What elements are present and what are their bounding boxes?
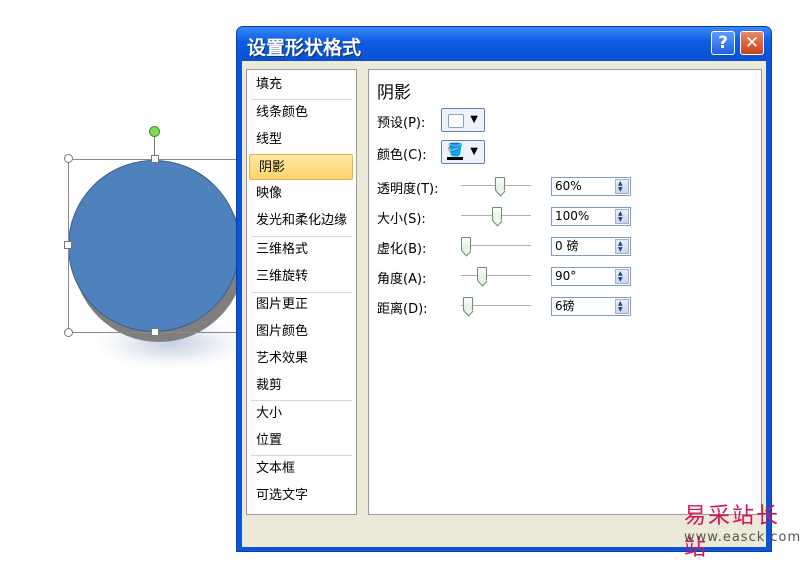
- nav-item-shadow[interactable]: 阴影: [249, 154, 353, 180]
- nav-item-size[interactable]: 大小: [247, 401, 356, 427]
- size-spin-input[interactable]: 100% ▲ ▼: [551, 207, 631, 226]
- transparency-slider-thumb[interactable]: [495, 177, 506, 191]
- distance-value: 6磅: [555, 299, 575, 313]
- angle-slider-track[interactable]: [461, 275, 531, 277]
- resize-handle-top[interactable]: [151, 155, 159, 163]
- blur-slider-thumb[interactable]: [461, 237, 471, 251]
- blur-value: 0 磅: [555, 239, 579, 253]
- size-label: 大小(S):: [377, 212, 426, 227]
- transparency-label: 透明度(T):: [377, 182, 439, 197]
- distance-slider-thumb[interactable]: [462, 297, 473, 311]
- distance-label: 距离(D):: [377, 302, 428, 317]
- spin-buttons[interactable]: ▲ ▼: [615, 269, 629, 284]
- spin-down-icon[interactable]: ▼: [618, 187, 623, 193]
- resize-handle-top-left[interactable]: [64, 154, 73, 163]
- angle-slider-thumb[interactable]: [476, 267, 487, 281]
- angle-value: 90°: [555, 269, 577, 283]
- nav-item-artistic-effects[interactable]: 艺术效果: [247, 346, 356, 372]
- dropdown-arrow-icon: ▼: [470, 146, 478, 157]
- color-label: 颜色(C):: [377, 148, 427, 163]
- color-dropdown[interactable]: 🪣 ▼: [441, 140, 485, 164]
- resize-handle-bottom-left[interactable]: [64, 328, 73, 337]
- spin-buttons[interactable]: ▲ ▼: [615, 209, 629, 224]
- nav-item-text-box[interactable]: 文本框: [247, 456, 356, 482]
- watermark-url: www.easck.com: [684, 530, 800, 545]
- spin-buttons[interactable]: ▲ ▼: [615, 299, 629, 314]
- panel-title: 阴影: [377, 83, 411, 103]
- preset-preview-icon: [448, 114, 464, 128]
- nav-item-3d-format[interactable]: 三维格式: [247, 237, 356, 263]
- nav-item-glow-soft-edges[interactable]: 发光和柔化边缘: [247, 208, 356, 234]
- angle-label: 角度(A):: [377, 272, 427, 287]
- angle-spin-input[interactable]: 90° ▲ ▼: [551, 267, 631, 286]
- nav-item-alt-text[interactable]: 可选文字: [247, 483, 356, 509]
- current-color-swatch: [447, 157, 463, 160]
- blur-label: 虚化(B):: [377, 242, 427, 257]
- dialog-title: 设置形状格式: [247, 37, 362, 59]
- category-list: 填充 线条颜色 线型 阴影 映像 发光和柔化边缘 三维格式 三维旋转 图片更正 …: [246, 69, 357, 515]
- help-icon[interactable]: ?: [711, 31, 735, 55]
- shadow-settings-panel: 阴影 预设(P): ▼ 颜色(C): 🪣 ▼ 透明度(T): 60% ▲ ▼ 大小(S)…: [368, 69, 762, 515]
- blur-slider-track[interactable]: [461, 245, 531, 247]
- resize-handle-bottom[interactable]: [151, 328, 159, 336]
- format-shape-dialog: 设置形状格式 ? ✕ 填充 线条颜色 线型 阴影 映像 发光和柔化边缘 三维格式…: [236, 26, 772, 552]
- nav-item-line-style[interactable]: 线型: [247, 127, 356, 153]
- transparency-value: 60%: [555, 179, 582, 193]
- nav-item-crop[interactable]: 裁剪: [247, 373, 356, 399]
- resize-handle-left[interactable]: [64, 241, 72, 249]
- nav-item-picture-corrections[interactable]: 图片更正: [247, 292, 356, 318]
- nav-item-fill[interactable]: 填充: [247, 72, 356, 98]
- dialog-client-area: 填充 线条颜色 线型 阴影 映像 发光和柔化边缘 三维格式 三维旋转 图片更正 …: [242, 61, 766, 547]
- rotation-handle[interactable]: [149, 126, 160, 137]
- dropdown-arrow-icon: ▼: [470, 114, 478, 125]
- nav-item-reflection[interactable]: 映像: [247, 181, 356, 207]
- nav-item-picture-color[interactable]: 图片颜色: [247, 319, 356, 345]
- nav-item-line-color[interactable]: 线条颜色: [247, 100, 356, 126]
- nav-item-position[interactable]: 位置: [247, 428, 356, 454]
- selection-frame: [68, 159, 242, 333]
- spin-buttons[interactable]: ▲ ▼: [615, 179, 629, 194]
- spin-down-icon[interactable]: ▼: [618, 247, 623, 253]
- preset-label: 预设(P):: [377, 116, 426, 131]
- size-value: 100%: [555, 209, 590, 223]
- dialog-title-bar[interactable]: 设置形状格式 ? ✕: [237, 27, 771, 61]
- spin-buttons[interactable]: ▲ ▼: [615, 239, 629, 254]
- nav-item-3d-rotation[interactable]: 三维旋转: [247, 264, 356, 290]
- paint-bucket-icon: 🪣: [447, 143, 464, 158]
- spin-down-icon[interactable]: ▼: [618, 277, 623, 283]
- blur-spin-input[interactable]: 0 磅 ▲ ▼: [551, 237, 631, 256]
- spin-down-icon[interactable]: ▼: [618, 307, 623, 313]
- spin-down-icon[interactable]: ▼: [618, 217, 623, 223]
- close-icon[interactable]: ✕: [740, 31, 764, 55]
- transparency-spin-input[interactable]: 60% ▲ ▼: [551, 177, 631, 196]
- preset-dropdown[interactable]: ▼: [441, 108, 485, 132]
- distance-spin-input[interactable]: 6磅 ▲ ▼: [551, 297, 631, 316]
- size-slider-thumb[interactable]: [492, 207, 502, 221]
